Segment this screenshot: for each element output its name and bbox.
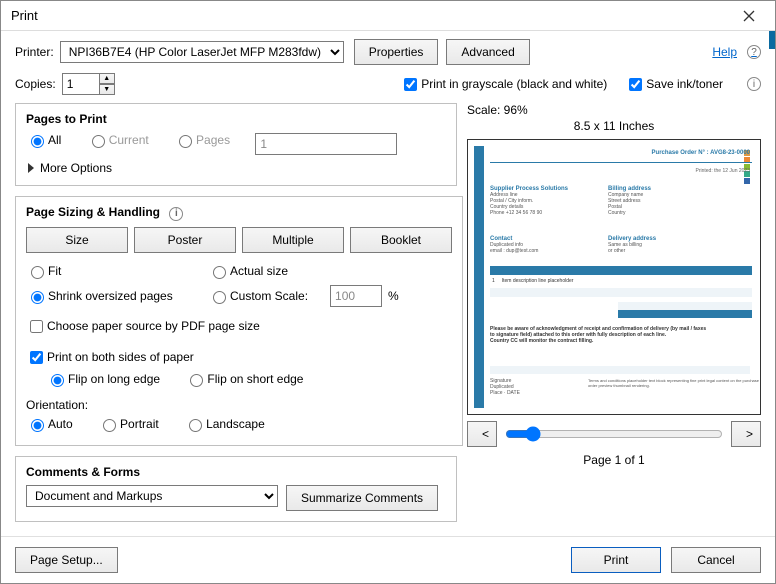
help-link[interactable]: Help ? bbox=[712, 45, 761, 59]
print-preview: Purchase Order N° : AVG8-23-0000 Printed… bbox=[467, 139, 761, 415]
booklet-mode-button[interactable]: Booklet bbox=[350, 227, 452, 253]
copies-input[interactable] bbox=[62, 73, 100, 95]
flip-short-radio[interactable]: Flip on short edge bbox=[185, 371, 303, 387]
grayscale-checkbox[interactable]: Print in grayscale (black and white) bbox=[400, 75, 607, 94]
print-button[interactable]: Print bbox=[571, 547, 661, 573]
summarize-comments-button[interactable]: Summarize Comments bbox=[286, 485, 438, 511]
pages-to-print-group: Pages to Print All Current Pages More Op… bbox=[15, 103, 457, 186]
preview-next-button[interactable]: > bbox=[731, 421, 761, 447]
close-button[interactable] bbox=[729, 2, 769, 30]
background-stub bbox=[769, 31, 775, 49]
choose-source-checkbox[interactable]: Choose paper source by PDF page size bbox=[26, 317, 260, 336]
cancel-button[interactable]: Cancel bbox=[671, 547, 761, 573]
pages-title: Pages to Print bbox=[26, 112, 446, 126]
close-icon bbox=[743, 10, 755, 22]
comments-title: Comments & Forms bbox=[26, 465, 446, 479]
save-ink-checkbox[interactable]: Save ink/toner bbox=[625, 75, 723, 94]
properties-button[interactable]: Properties bbox=[354, 39, 439, 65]
comments-group: Comments & Forms Document and Markups Su… bbox=[15, 456, 457, 522]
actual-size-radio[interactable]: Actual size bbox=[208, 263, 288, 279]
pages-range-input[interactable] bbox=[255, 133, 397, 155]
page-setup-button[interactable]: Page Setup... bbox=[15, 547, 118, 573]
copies-spin-down[interactable]: ▼ bbox=[99, 84, 115, 95]
orientation-label: Orientation: bbox=[26, 398, 452, 412]
info-icon[interactable]: i bbox=[747, 77, 761, 91]
pages-all-radio[interactable]: All bbox=[26, 132, 61, 148]
orient-landscape-radio[interactable]: Landscape bbox=[184, 416, 265, 432]
scale-label: Scale: 96% bbox=[467, 103, 761, 117]
preview-page-slider[interactable] bbox=[505, 426, 723, 442]
printer-label: Printer: bbox=[15, 45, 54, 59]
sizing-group: Page Sizing & Handling i Size Poster Mul… bbox=[15, 196, 463, 446]
pages-range-radio[interactable]: Pages bbox=[174, 132, 230, 148]
advanced-button[interactable]: Advanced bbox=[446, 39, 529, 65]
page-indicator: Page 1 of 1 bbox=[467, 453, 761, 467]
copies-spin-up[interactable]: ▲ bbox=[99, 73, 115, 84]
orient-auto-radio[interactable]: Auto bbox=[26, 416, 73, 432]
triangle-right-icon bbox=[28, 163, 34, 173]
percent-label: % bbox=[388, 289, 399, 303]
help-icon: ? bbox=[747, 45, 761, 59]
size-mode-button[interactable]: Size bbox=[26, 227, 128, 253]
comments-select[interactable]: Document and Markups bbox=[26, 485, 278, 507]
sizing-title: Page Sizing & Handling i bbox=[26, 205, 452, 221]
fit-radio[interactable]: Fit bbox=[26, 263, 186, 279]
copies-label: Copies: bbox=[15, 77, 56, 91]
custom-scale-radio[interactable]: Custom Scale: bbox=[208, 288, 308, 304]
preview-po-title: Purchase Order N° : AVG8-23-0000 bbox=[652, 150, 750, 156]
window-title: Print bbox=[11, 8, 729, 23]
printer-select[interactable]: NPI36B7E4 (HP Color LaserJet MFP M283fdw… bbox=[60, 41, 344, 63]
flip-long-radio[interactable]: Flip on long edge bbox=[46, 371, 160, 387]
dimensions-label: 8.5 x 11 Inches bbox=[467, 119, 761, 133]
multiple-mode-button[interactable]: Multiple bbox=[242, 227, 344, 253]
poster-mode-button[interactable]: Poster bbox=[134, 227, 236, 253]
pages-current-radio[interactable]: Current bbox=[87, 132, 149, 148]
custom-scale-input[interactable] bbox=[330, 285, 382, 307]
preview-prev-button[interactable]: < bbox=[467, 421, 497, 447]
shrink-radio[interactable]: Shrink oversized pages bbox=[26, 288, 186, 304]
info-icon[interactable]: i bbox=[169, 207, 183, 221]
more-options-toggle[interactable]: More Options bbox=[26, 161, 446, 175]
both-sides-checkbox[interactable]: Print on both sides of paper bbox=[26, 348, 194, 367]
orient-portrait-radio[interactable]: Portrait bbox=[98, 416, 159, 432]
